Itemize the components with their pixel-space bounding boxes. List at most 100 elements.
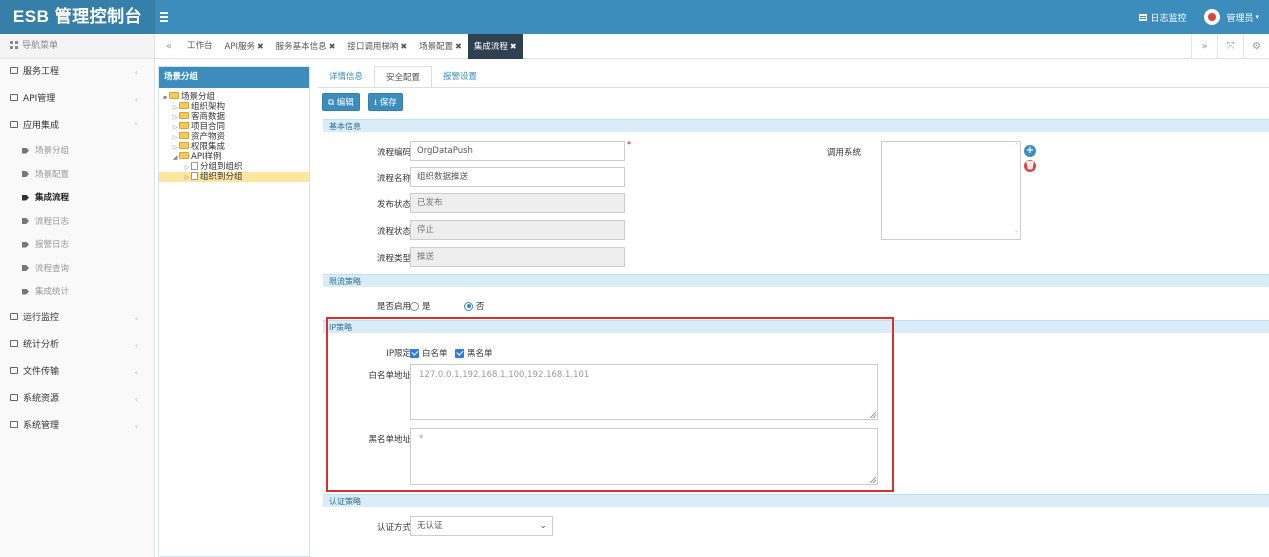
auth-mode-label: 认证方式 [376,523,411,533]
flow-code-field[interactable]: OrgDataPush [410,141,625,161]
tab-security-config[interactable]: 安全配置 [374,66,433,88]
detail-tabs: 详情信息 安全配置 报警设置 [318,66,488,88]
tab-label: 接口调用梯响 [347,42,399,52]
checkbox-whitelist[interactable]: 白名单 [410,347,448,359]
tree-node[interactable]: ▷ 组织架构 [171,102,225,112]
main-content: 详情信息 安全配置 报警设置 ⧉ 编辑 ⭳ 保存 基本信息 流程编码 OrgDa… [318,59,1269,557]
radio-rate-no[interactable]: 否 [464,300,485,312]
whitelist-value: 127.0.0.1,192.168.1.100,192.168.1.101 [419,370,590,380]
flow-name-field[interactable]: 组织数据推送 [410,167,625,187]
sidebar-sub-integration-stats[interactable]: 集成统计 [0,281,154,305]
gear-icon[interactable]: ⚙ [1243,34,1269,59]
tree-node[interactable]: ▪ 场景分组 [161,92,215,102]
checkbox-checked-icon [455,348,464,358]
fullscreen-icon[interactable]: ⤧ [1217,34,1243,59]
folder-icon [10,121,18,128]
user-menu[interactable]: 管理员 ▾ [1204,9,1259,25]
rate-enable-label: 是否启用 [376,302,411,312]
sidebar-item-label: 运行监控 [23,312,60,323]
sidebar-sub-label: 集成统计 [35,287,70,297]
close-icon[interactable]: ✖ [400,42,407,51]
sidebar-sub-flow-query[interactable]: 流程查询 [0,258,154,282]
checkbox-blacklist[interactable]: 黑名单 [455,347,493,359]
sidebar-item-stats[interactable]: 统计分析 ‹ [0,332,154,359]
sidebar-sub-flow-log[interactable]: 流程日志 [0,211,154,235]
tab-alarm-settings[interactable]: 报警设置 [432,66,488,88]
auth-mode-select[interactable]: 无认证 ⌄ [410,516,553,536]
folder-icon [179,122,189,129]
blacklist-textarea[interactable]: * [410,428,878,485]
sidebar-sub-label: 流程日志 [35,216,70,227]
tab-label: API服务 [224,42,255,52]
edit-button[interactable]: ⧉ 编辑 [322,93,360,111]
tree-node-label: 分组到组织 [200,162,243,172]
tree-node[interactable]: ▷ 客商数据 [171,112,225,122]
tab-interface-call[interactable]: 接口调用梯响 ✖ [341,34,413,59]
sidebar-item-system-resource[interactable]: 系统资源 ‹ [0,386,154,413]
tree-toggle-icon[interactable]: ▪ [161,93,169,103]
sidebar-item-app-integration[interactable]: 应用集成 ˅ [0,113,154,140]
tree-node[interactable]: ▷ 项目合同 [171,122,225,132]
log-monitor-link[interactable]: 日志监控 [1139,11,1186,24]
resize-handle-icon[interactable] [870,477,876,483]
tab-integration-flow[interactable]: 集成流程 ✖ [467,34,523,59]
folder-icon [179,112,189,119]
tree-node-selected[interactable]: ▷ 组织到分组 [159,171,309,183]
sidebar-item-service-project[interactable]: 服务工程 ‹ [0,59,154,86]
blacklist-value: * [419,434,424,444]
sidebar-sub-scene-group[interactable]: 场景分组 [0,140,154,164]
tab-workbench[interactable]: 工作台 [181,34,219,59]
save-button[interactable]: ⭳ 保存 [368,93,403,111]
close-icon[interactable]: ✖ [455,42,462,51]
tab-detail-info[interactable]: 详情信息 [318,66,374,88]
sidebar-sub-alarm-log[interactable]: 报警日志 [0,234,154,258]
tab-service-info[interactable]: 服务基本信息 ✖ [270,34,342,59]
resize-handle-icon[interactable] [870,412,876,418]
folder-icon [169,92,179,99]
sidebar-item-runtime-monitor[interactable]: 运行监控 ‹ [0,305,154,332]
tab-label: 服务基本信息 [275,42,327,52]
tab-api-service[interactable]: API服务 ✖ [219,34,270,59]
sidebar-item-file-transfer[interactable]: 文件传输 ‹ [0,359,154,386]
auth-mode-value: 无认证 [417,521,443,531]
tree-node[interactable]: ▷ 资产物资 [171,132,225,142]
top-header: ESB 管理控制台 日志监控 管理员 ▾ [0,0,1269,34]
sidebar-item-label: 应用集成 [23,121,60,131]
scroll-up-icon[interactable]: ˄ [1015,143,1018,150]
sidebar-sub-scene-config[interactable]: 场景配置 [0,164,154,188]
tree-node[interactable]: ◢ API样例 [171,152,221,162]
header-right: 日志监控 管理员 ▾ [1139,0,1269,34]
tree-node[interactable]: ▷ 权限集成 [171,142,225,152]
whitelist-textarea[interactable]: 127.0.0.1,192.168.1.100,192.168.1.101 [410,364,878,420]
folder-icon [10,339,18,347]
scroll-down-icon[interactable]: ˅ [1015,231,1018,238]
tab-label: 场景配置 [419,42,454,52]
sidebar-item-api[interactable]: API管理 ‹ [0,86,154,113]
radio-label: 是 [422,302,431,312]
tree-toggle-icon[interactable]: ◢ [171,153,179,163]
nav-title: 导航菜单 [22,41,59,51]
publish-status-label: 发布状态 [376,200,411,210]
tree-node[interactable]: ▷ 分组到组织 [183,161,243,172]
add-system-icon[interactable]: + [1024,145,1036,157]
tab-label: 集成流程 [473,42,508,52]
radio-rate-yes[interactable]: 是 [410,300,431,312]
sidebar-sub-label: 报警日志 [35,240,70,250]
sidebar-item-system-admin[interactable]: 系统管理 ‹ [0,413,154,440]
sidebar-item-label: 服务工程 [23,67,60,77]
close-icon[interactable]: ✖ [329,42,336,51]
close-icon[interactable]: ✖ [510,42,517,51]
menu-toggle-icon[interactable] [160,10,174,24]
caller-system-list[interactable]: ˄ ˅ [881,141,1021,240]
tab-scroll-left-icon[interactable]: « [159,34,179,59]
sidebar-item-label: API管理 [23,94,56,104]
sidebar-sub-integration-flow[interactable]: 集成流程 [0,187,154,211]
tab-scroll-right-icon[interactable]: » [1191,34,1217,59]
delete-system-icon[interactable]: 🗑 [1024,160,1036,172]
tab-scene-config[interactable]: 场景配置 ✖ [413,34,468,59]
tag-icon [22,194,29,201]
tree-toggle-icon[interactable]: ▷ [183,173,191,183]
close-icon[interactable]: ✖ [257,42,264,51]
page-tabs: 工作台 API服务 ✖ 服务基本信息 ✖ 接口调用梯响 ✖ 场景配置 ✖ 集成流程 ✖ [181,34,523,59]
caret-down-icon: ▾ [1255,13,1259,21]
